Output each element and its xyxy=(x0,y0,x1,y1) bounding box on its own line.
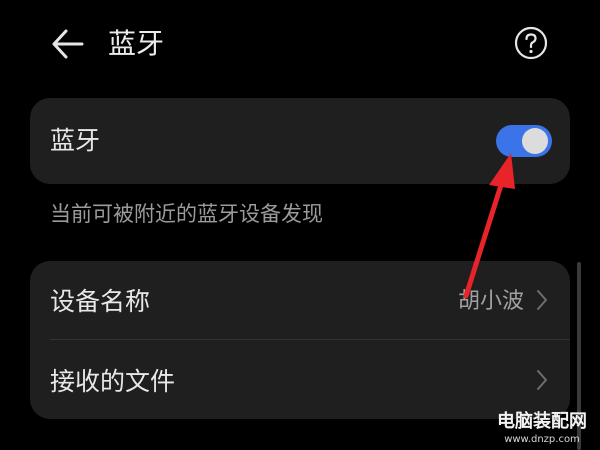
chevron-right-icon xyxy=(537,290,547,310)
question-circle-icon xyxy=(514,26,548,60)
divider xyxy=(50,339,570,340)
device-name-row[interactable]: 设备名称 胡小波 xyxy=(30,261,570,340)
received-files-label: 接收的文件 xyxy=(50,367,176,396)
discoverable-note: 当前可被附近的蓝牙设备发现 xyxy=(50,202,323,226)
device-name-label: 设备名称 xyxy=(50,287,151,316)
bluetooth-label: 蓝牙 xyxy=(50,126,101,155)
settings-card: 设备名称 胡小波 接收的文件 xyxy=(30,261,570,419)
watermark-title: 电脑装配网 xyxy=(497,411,587,432)
back-button[interactable] xyxy=(50,28,86,60)
bluetooth-toggle[interactable] xyxy=(496,125,552,157)
page-title: 蓝牙 xyxy=(108,27,165,60)
chevron-right-icon xyxy=(537,370,547,390)
device-name-value: 胡小波 xyxy=(457,289,524,314)
watermark: 电脑装配网 www.dnzp.com xyxy=(492,411,592,446)
arrow-left-icon xyxy=(52,29,84,59)
help-button[interactable] xyxy=(514,26,548,60)
bluetooth-card: 蓝牙 xyxy=(30,98,570,184)
received-files-row[interactable]: 接收的文件 xyxy=(30,341,570,419)
watermark-url: www.dnzp.com xyxy=(504,434,580,445)
toggle-knob xyxy=(522,128,548,154)
